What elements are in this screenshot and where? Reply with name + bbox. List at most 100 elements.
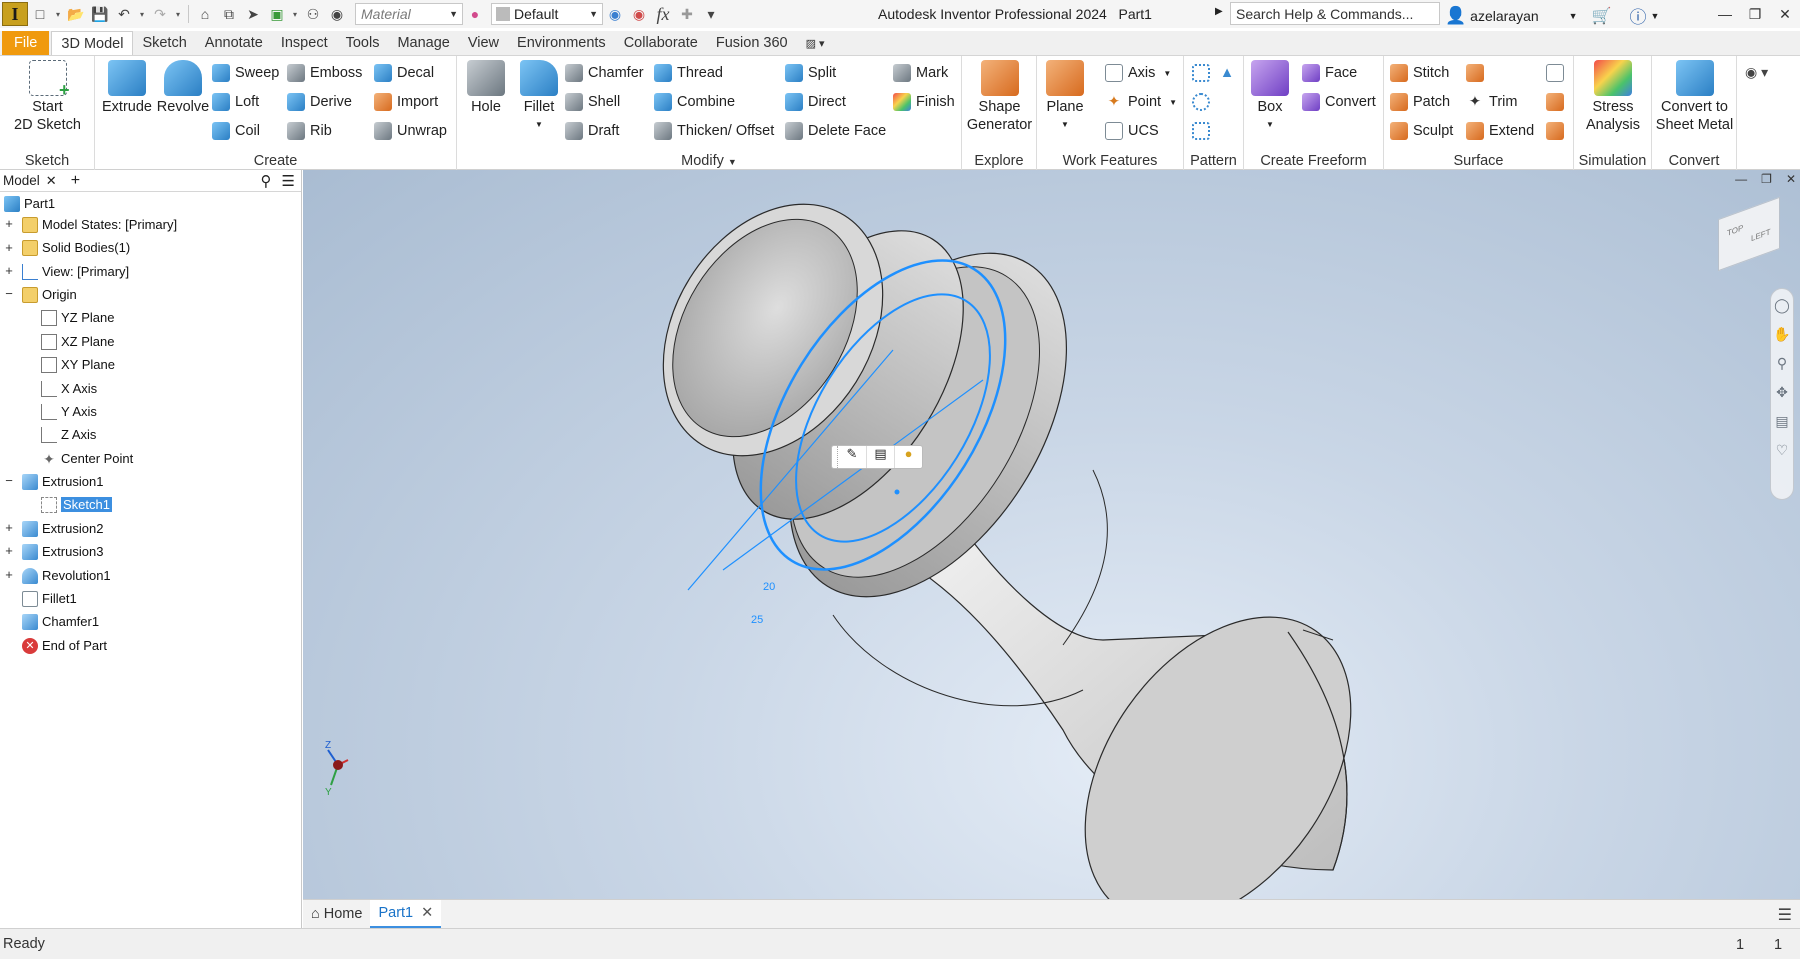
customize-dropdown-icon[interactable]: ▾ (699, 3, 723, 25)
dimension-20[interactable]: 20 (763, 581, 775, 593)
collapse-icon[interactable]: − (4, 286, 14, 301)
tab-inspect[interactable]: Inspect (272, 31, 337, 55)
point-button[interactable]: ✦ Point ▼ (1105, 91, 1177, 113)
tree-node-extrusion2[interactable]: Extrusion2 (22, 518, 103, 539)
circular-pattern-button[interactable] (1192, 91, 1215, 113)
copy-icon[interactable]: ⧉ (217, 3, 241, 25)
convert-freeform-button[interactable]: Convert (1302, 91, 1376, 113)
share-sketch-icon[interactable]: ▤ (866, 446, 894, 468)
tab-sketch[interactable]: Sketch (133, 31, 195, 55)
shape-generator-button[interactable]: Shape Generator (964, 60, 1035, 134)
update-dropdown[interactable]: ▾ (289, 10, 301, 19)
face-button[interactable]: Face (1302, 62, 1357, 84)
tree-node-extrusion1[interactable]: Extrusion1 (22, 471, 103, 492)
hole-button[interactable]: Hole (461, 60, 511, 116)
expand-icon[interactable]: + (4, 216, 14, 231)
inventor-logo[interactable]: I (2, 2, 28, 26)
select-icon[interactable]: ➤ (241, 3, 265, 25)
tab-collaborate[interactable]: Collaborate (615, 31, 707, 55)
menu-icon[interactable]: ☰ (282, 172, 295, 190)
sweep-button[interactable]: Sweep (212, 62, 279, 84)
adjust-appearance-icon[interactable]: ◉ (603, 3, 627, 25)
expand-icon[interactable]: + (4, 240, 14, 255)
home-icon[interactable]: ⌂ (193, 3, 217, 25)
stress-analysis-button[interactable]: Stress Analysis (1576, 60, 1650, 134)
shell-button[interactable]: Shell (565, 91, 620, 113)
tab-environments[interactable]: Environments (508, 31, 615, 55)
tree-node-chamfer1[interactable]: Chamfer1 (22, 611, 99, 632)
draft-button[interactable]: Draft (565, 120, 619, 142)
start-2d-sketch-button[interactable]: + Start 2D Sketch (10, 60, 85, 134)
replace-face-button[interactable] (1546, 91, 1569, 113)
shape-icon[interactable]: ♡ (1776, 442, 1789, 459)
sculpt-button[interactable]: Sculpt (1390, 120, 1453, 142)
tree-node-y-axis[interactable]: Y Axis (41, 401, 97, 422)
appearance-icon[interactable]: ● (463, 3, 487, 25)
undo-icon[interactable]: ↶ (112, 3, 136, 25)
tree-node-revolution1[interactable]: Revolution1 (22, 565, 111, 586)
mirror-button[interactable]: ▲ (1218, 62, 1241, 84)
tree-node-part1[interactable]: Part1 (4, 193, 55, 214)
sketch-visibility-icon[interactable]: ● (894, 446, 922, 468)
tab-3d-model[interactable]: 3D Model (51, 31, 134, 55)
material-select[interactable]: Material ▼ (355, 3, 463, 25)
tree-node-xz-plane[interactable]: XZ Plane (41, 331, 114, 352)
boundary-patch-button[interactable] (1546, 62, 1569, 84)
redo-icon[interactable]: ↷ (148, 3, 172, 25)
look-at-icon[interactable]: ▤ (1775, 413, 1788, 430)
axis-button[interactable]: Axis ▼ (1105, 62, 1171, 84)
update-icon[interactable]: ▣ (265, 3, 289, 25)
tree-node-fillet1[interactable]: Fillet1 (22, 588, 77, 609)
tree-node-center-point[interactable]: ✦ Center Point (41, 448, 133, 469)
expand-icon[interactable]: + (4, 567, 14, 582)
revolve-button[interactable]: Revolve (153, 60, 213, 116)
expand-icon[interactable]: + (4, 263, 14, 278)
menu-icon[interactable]: ☰ (1778, 905, 1792, 925)
thread-button[interactable]: Thread (654, 62, 723, 84)
close-icon[interactable]: ✕ (46, 173, 57, 189)
tree-node-end-of-part[interactable]: ✕ End of Part (22, 635, 107, 656)
delete-face-button[interactable]: Delete Face (785, 120, 886, 142)
collapse-icon[interactable]: − (4, 473, 14, 488)
combine-button[interactable]: Combine (654, 91, 735, 113)
chamfer-button[interactable]: Chamfer (565, 62, 644, 84)
graphics-window[interactable]: — ❐ ✕ 20 25 Z Y ✎ ▤ ● TOP LEFT ◯ ✋ ⚲ ✥ ▤… (303, 170, 1800, 899)
orbit-icon[interactable]: ✥ (1776, 384, 1788, 401)
pan-icon[interactable]: ✋ (1773, 326, 1790, 343)
chevron-down-icon[interactable]: ▼ (1651, 11, 1660, 21)
fillet-button[interactable]: Fillet ▼ (511, 60, 567, 134)
modify-panel-dropdown[interactable]: Modify ▼ (457, 153, 961, 169)
tree-node-origin[interactable]: Origin (22, 284, 77, 305)
convert-to-sheet-metal-button[interactable]: Convert to Sheet Metal (1654, 60, 1735, 134)
tree-node-xy-plane[interactable]: XY Plane (41, 354, 115, 375)
search-icon[interactable]: ⚲ (261, 172, 272, 190)
direct-button[interactable]: Direct (785, 91, 846, 113)
search-input[interactable]: Search Help & Commands... (1230, 2, 1440, 25)
decal-button[interactable]: Decal (374, 62, 434, 84)
expand-icon[interactable]: + (4, 543, 14, 558)
patch-button[interactable]: Patch (1390, 91, 1450, 113)
tab-manage[interactable]: Manage (388, 31, 458, 55)
loft-button[interactable]: Loft (212, 91, 259, 113)
plane-button[interactable]: Plane ▼ (1041, 60, 1089, 134)
open-icon[interactable]: 📂 (64, 3, 88, 25)
save-icon[interactable]: 💾 (88, 3, 112, 25)
tree-node-x-axis[interactable]: X Axis (41, 378, 97, 399)
close-icon[interactable]: ✕ (421, 905, 433, 921)
tab-file[interactable]: File (2, 31, 50, 55)
rib-button[interactable]: Rib (287, 120, 332, 142)
clear-appearance-icon[interactable]: ◉ (627, 3, 651, 25)
material-sphere-icon[interactable]: ◉ (325, 3, 349, 25)
thicken-offset-button[interactable]: Thicken/ Offset (654, 120, 774, 142)
tab-view[interactable]: View (459, 31, 508, 55)
coil-button[interactable]: Coil (212, 120, 260, 142)
tab-home[interactable]: ⌂ Home (303, 900, 370, 928)
close-icon[interactable]: ✕ (1770, 6, 1800, 23)
extrude-button[interactable]: Extrude (99, 60, 155, 116)
tree-node-solid-bodies[interactable]: Solid Bodies(1) (22, 237, 130, 258)
parameters-icon[interactable]: fx (651, 3, 675, 25)
restore-icon[interactable]: ❐ (1740, 6, 1770, 23)
import-button[interactable]: Import (374, 91, 438, 113)
tree-node-view[interactable]: View: [Primary] (22, 261, 129, 282)
trim-button[interactable]: ✦ Trim (1466, 91, 1518, 113)
